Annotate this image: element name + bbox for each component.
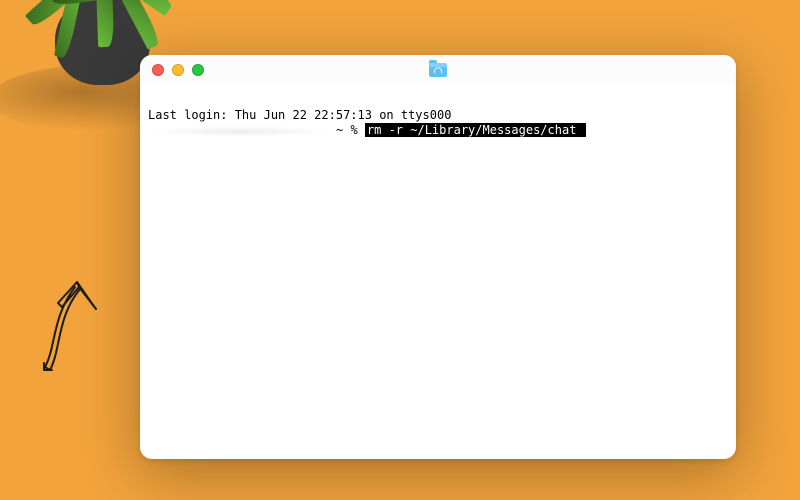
home-folder-icon [429,63,447,77]
prompt: ~ % [336,123,365,137]
last-login-line: Last login: Thu Jun 22 22:57:13 on ttys0… [148,108,451,122]
terminal-window: Last login: Thu Jun 22 22:57:13 on ttys0… [140,55,736,459]
sketched-arrow-icon [30,265,110,375]
minimize-button[interactable] [172,64,184,76]
highlighted-command: rm -r ~/Library/Messages/chat [365,123,586,137]
zoom-button[interactable] [192,64,204,76]
terminal-body[interactable]: Last login: Thu Jun 22 22:57:13 on ttys0… [140,85,736,459]
window-titlebar[interactable] [140,55,736,85]
command-line: ~ % rm -r ~/Library/Messages/chat [148,123,586,137]
close-button[interactable] [152,64,164,76]
traffic-lights [152,64,204,76]
obscured-hostname [148,126,334,136]
